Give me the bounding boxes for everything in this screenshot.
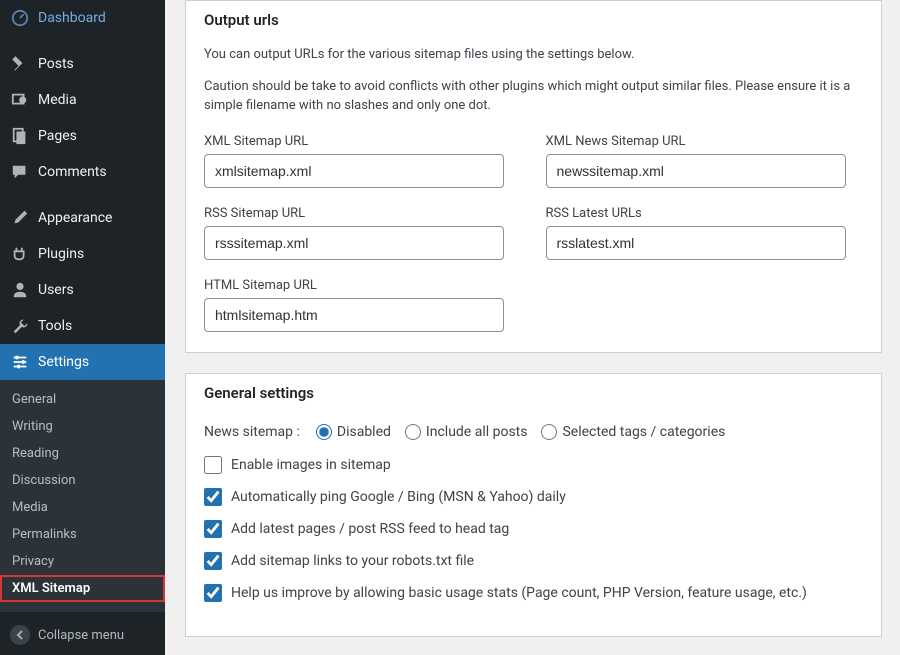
sidebar-label: Appearance [38,210,112,226]
rss-latest-label: RSS Latest URLs [546,206,864,221]
submenu-item-permalinks[interactable]: Permalinks [0,521,165,548]
sidebar-item-plugins[interactable]: Plugins [0,236,165,272]
checkbox-robots[interactable] [204,552,222,570]
sidebar-label: Dashboard [38,10,106,26]
collapse-label: Collapse menu [38,628,124,643]
sidebar-item-settings[interactable]: Settings [0,344,165,380]
sliders-icon [10,352,30,372]
checkbox-enable-images-label: Enable images in sitemap [231,457,391,473]
sidebar-item-tools[interactable]: Tools [0,308,165,344]
xml-sitemap-label: XML Sitemap URL [204,134,522,149]
sidebar-item-comments[interactable]: Comments [0,154,165,190]
rss-latest-input[interactable] [546,226,846,260]
collapse-menu-button[interactable]: Collapse menu [0,615,165,655]
submenu-item-privacy[interactable]: Privacy [0,548,165,575]
html-sitemap-input[interactable] [204,298,504,332]
submenu-item-xml-sitemap[interactable]: XML Sitemap [0,575,165,602]
sidebar-item-posts[interactable]: Posts [0,46,165,82]
checkbox-enable-images[interactable] [204,456,222,474]
sidebar-item-media[interactable]: Media [0,82,165,118]
sidebar-label: Plugins [38,246,84,262]
checkbox-rssfeed[interactable] [204,520,222,538]
output-urls-title: Output urls [186,1,881,39]
checkbox-ping[interactable] [204,488,222,506]
html-sitemap-label: HTML Sitemap URL [204,278,522,293]
media-icon [10,90,30,110]
radio-include-all[interactable]: Include all posts [405,424,528,440]
comment-icon [10,162,30,182]
submenu-item-discussion[interactable]: Discussion [0,467,165,494]
sidebar-item-dashboard[interactable]: Dashboard [0,0,165,36]
submenu-item-reading[interactable]: Reading [0,440,165,467]
news-sitemap-radios: News sitemap : Disabled Include all post… [204,424,863,440]
rss-sitemap-label: RSS Sitemap URL [204,206,522,221]
submenu-item-general[interactable]: General [0,386,165,413]
pages-icon [10,126,30,146]
sidebar-item-users[interactable]: Users [0,272,165,308]
xml-sitemap-input[interactable] [204,154,504,188]
main-content: Output urls You can output URLs for the … [165,0,900,655]
pin-icon [10,54,30,74]
radio-disabled[interactable]: Disabled [316,424,391,440]
news-sitemap-label: News sitemap : [204,424,300,440]
checkbox-rssfeed-label: Add latest pages / post RSS feed to head… [231,521,509,537]
general-settings-panel: General settings News sitemap : Disabled… [185,373,882,637]
sidebar-label: Media [38,92,77,108]
admin-sidebar: Dashboard Posts Media Pages Comments App… [0,0,165,655]
radio-include-input[interactable] [405,424,421,440]
sidebar-label: Tools [38,318,72,334]
settings-submenu: General Writing Reading Discussion Media… [0,380,165,612]
checkbox-stats[interactable] [204,584,222,602]
general-settings-title: General settings [186,374,881,412]
output-urls-desc1: You can output URLs for the various site… [204,45,863,65]
sidebar-item-pages[interactable]: Pages [0,118,165,154]
radio-selected-input[interactable] [541,424,557,440]
sidebar-item-appearance[interactable]: Appearance [0,200,165,236]
radio-selected[interactable]: Selected tags / categories [541,424,725,440]
rss-sitemap-input[interactable] [204,226,504,260]
sidebar-label: Comments [38,164,107,180]
wrench-icon [10,316,30,336]
checkbox-stats-label: Help us improve by allowing basic usage … [231,585,807,601]
output-urls-panel: Output urls You can output URLs for the … [185,0,882,353]
user-icon [10,280,30,300]
submenu-item-writing[interactable]: Writing [0,413,165,440]
dashboard-icon [10,8,30,28]
output-urls-desc2: Caution should be take to avoid conflict… [204,77,863,116]
chevron-left-icon [10,625,30,645]
sidebar-label: Posts [38,56,74,72]
sidebar-label: Settings [38,354,89,370]
xml-news-label: XML News Sitemap URL [546,134,864,149]
sidebar-label: Pages [38,128,77,144]
checkbox-robots-label: Add sitemap links to your robots.txt fil… [231,553,474,569]
plug-icon [10,244,30,264]
checkbox-ping-label: Automatically ping Google / Bing (MSN & … [231,489,566,505]
xml-news-input[interactable] [546,154,846,188]
submenu-item-media[interactable]: Media [0,494,165,521]
radio-disabled-input[interactable] [316,424,332,440]
sidebar-label: Users [38,282,74,298]
brush-icon [10,208,30,228]
